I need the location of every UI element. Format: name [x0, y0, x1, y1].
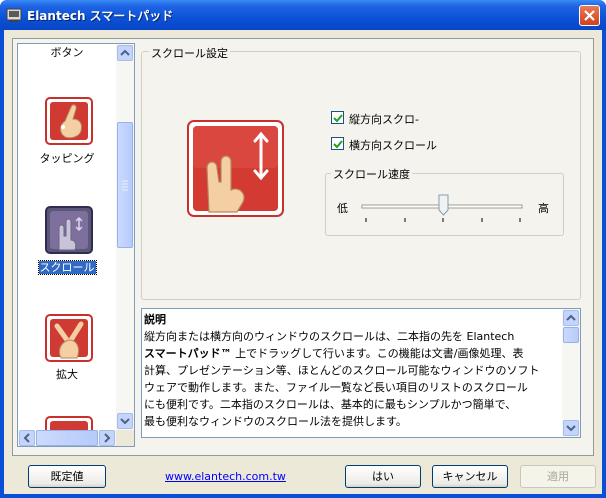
- list-item-tapping[interactable]: タッピング: [18, 150, 116, 166]
- two-finger-scroll-illustration: [187, 120, 284, 217]
- description-heading: 説明: [144, 313, 166, 326]
- app-window: Elantech スマートパッド ボタン タッピング スクロール 拡大 スクロー…: [0, 0, 606, 498]
- list-item-scroll[interactable]: スクロール: [18, 259, 116, 275]
- product-name: スマートパッド™: [144, 347, 232, 360]
- arrow-right-icon: [104, 433, 111, 443]
- ok-button[interactable]: はい: [345, 465, 421, 488]
- list-item-scroll-label: スクロール: [37, 260, 97, 275]
- speed-high-label: 高: [538, 202, 549, 215]
- description-line: 縦方向または横方向のウィンドウのスクロールは、二本指の先を Elantech: [144, 330, 515, 343]
- speed-low-label: 低: [337, 202, 348, 215]
- description-line: スマートパッド™ 上でドラッグして行います。この機能は文書/画像処理、表: [144, 345, 560, 362]
- feature-list-items: ボタン タッピング スクロール 拡大: [18, 44, 116, 430]
- apply-button[interactable]: 適用: [520, 465, 596, 488]
- list-item-zoom[interactable]: 拡大: [18, 366, 116, 382]
- list-horizontal-scrollbar[interactable]: [18, 430, 116, 446]
- scroll-settings-title: スクロール設定: [149, 45, 230, 61]
- desc-scroll-thumb[interactable]: [563, 327, 579, 343]
- scroll-up-button[interactable]: [117, 45, 133, 61]
- list-item-button-label[interactable]: ボタン: [18, 44, 116, 60]
- list-hscroll-thumb[interactable]: [36, 430, 98, 446]
- grip-icon: [122, 180, 128, 191]
- arrow-down-icon: [120, 418, 130, 425]
- description-text: 説明 縦方向または横方向のウィンドウのスクロールは、二本指の先を Elantec…: [144, 311, 560, 430]
- close-button[interactable]: [579, 5, 600, 26]
- description-line-rest: 上でドラッグして行います。この機能は文書/画像処理、表: [231, 347, 524, 360]
- arrow-up-icon: [566, 314, 576, 321]
- vertical-scroll-label[interactable]: 縦方向スクロ-: [349, 111, 419, 127]
- scrollbar-corner: [116, 430, 134, 446]
- feature-list[interactable]: ボタン タッピング スクロール 拡大: [17, 43, 135, 447]
- description-scrollbar[interactable]: [562, 309, 580, 437]
- tapping-icon[interactable]: [45, 97, 93, 145]
- check-icon: [333, 114, 343, 123]
- arrow-left-icon: [23, 433, 30, 443]
- next-feature-icon[interactable]: [45, 416, 93, 430]
- list-vertical-scrollbar[interactable]: [116, 44, 134, 430]
- horizontal-scroll-checkbox[interactable]: [331, 137, 344, 150]
- cancel-button[interactable]: キャンセル: [432, 465, 508, 488]
- zoom-icon[interactable]: [45, 314, 93, 362]
- arrow-up-icon: [120, 49, 130, 56]
- description-line: 計算、プレゼンテーション等、ほとんどのスクロール可能なウィンドウのソフト: [144, 364, 540, 377]
- description-box[interactable]: 説明 縦方向または横方向のウィンドウのスクロールは、二本指の先を Elantec…: [141, 308, 581, 438]
- check-icon: [333, 140, 343, 149]
- window-title: Elantech スマートパッド: [27, 9, 174, 23]
- defaults-button[interactable]: 既定値: [28, 465, 106, 488]
- app-icon: [6, 8, 22, 22]
- scroll-speed-title: スクロール速度: [331, 166, 412, 182]
- scroll-right-button[interactable]: [99, 430, 115, 446]
- description-line: にも便利です。二本指のスクロールは、基本的に最もシンプルかつ簡単で、: [144, 398, 517, 411]
- dialog-client: ボタン タッピング スクロール 拡大 スクロール設定 縦方向スクロ- 横方向スク…: [4, 30, 602, 494]
- website-link[interactable]: www.elantech.com.tw: [165, 470, 286, 483]
- scroll-speed-thumb[interactable]: [438, 194, 449, 216]
- desc-scroll-down-button[interactable]: [563, 420, 579, 436]
- vertical-scroll-checkbox[interactable]: [331, 111, 344, 124]
- close-icon: [584, 10, 595, 21]
- list-scroll-thumb[interactable]: [117, 122, 133, 248]
- scroll-down-button[interactable]: [117, 413, 133, 429]
- description-line: 最も便利なウィンドウのスクロール法を提供します。: [144, 415, 407, 428]
- arrow-down-icon: [566, 425, 576, 432]
- desc-scroll-up-button[interactable]: [563, 310, 579, 326]
- description-line: ウェアで動作します。また、ファイル一覧など長い項目のリストのスクロール: [144, 381, 528, 394]
- horizontal-scroll-label[interactable]: 横方向スクロール: [349, 137, 437, 153]
- scroll-left-button[interactable]: [19, 430, 35, 446]
- title-bar[interactable]: Elantech スマートパッド: [0, 0, 606, 30]
- scroll-icon[interactable]: [45, 206, 93, 254]
